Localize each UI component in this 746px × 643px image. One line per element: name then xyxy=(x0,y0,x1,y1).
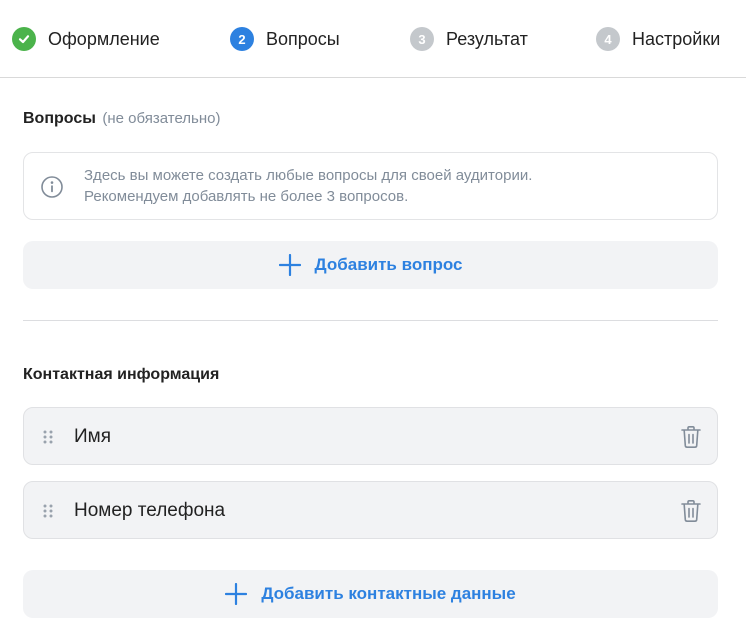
add-question-label: Добавить вопрос xyxy=(314,255,463,274)
stepper: Оформление 2 Вопросы 3 Результат 4 Настр… xyxy=(0,0,746,78)
trash-icon[interactable] xyxy=(680,499,702,523)
plus-icon xyxy=(278,254,301,276)
contact-item-phone[interactable]: Номер телефона xyxy=(23,481,718,539)
contact-item-name[interactable]: Имя xyxy=(23,407,718,465)
step-result[interactable]: 3 Результат xyxy=(410,26,528,52)
step-label: Вопросы xyxy=(266,28,340,49)
step-number-badge: 2 xyxy=(230,27,254,51)
drag-handle-icon[interactable] xyxy=(42,503,54,519)
section-divider xyxy=(23,320,718,321)
drag-handle-icon[interactable] xyxy=(42,429,54,445)
plus-icon xyxy=(225,583,248,605)
add-contact-button[interactable]: Добавить контактные данные xyxy=(23,570,718,618)
trash-icon[interactable] xyxy=(680,425,702,449)
add-question-button[interactable]: Добавить вопрос xyxy=(23,241,718,289)
info-icon xyxy=(41,176,63,198)
info-line: Рекомендуем добавлять не более 3 вопросо… xyxy=(84,188,409,205)
step-label: Оформление xyxy=(48,28,160,49)
questions-section-title: Вопросы (не обязательно) xyxy=(23,110,220,128)
step-questions[interactable]: 2 Вопросы xyxy=(230,26,340,52)
contacts-title: Контактная информация xyxy=(23,366,220,383)
step-done-badge xyxy=(12,27,36,51)
step-settings[interactable]: 4 Настройки xyxy=(596,26,720,52)
step-number-badge: 4 xyxy=(596,27,620,51)
contact-item-label: Номер телефона xyxy=(74,500,226,521)
info-text: Здесь вы можете создать любые вопросы дл… xyxy=(84,165,704,207)
questions-title: Вопросы xyxy=(23,110,96,127)
info-notice: Здесь вы можете создать любые вопросы дл… xyxy=(23,152,718,220)
step-label: Результат xyxy=(446,28,528,49)
info-line: Здесь вы можете создать любые вопросы дл… xyxy=(84,167,533,184)
optional-note: (не обязательно) xyxy=(102,110,221,127)
contact-item-label: Имя xyxy=(74,426,112,447)
step-label: Настройки xyxy=(632,28,721,49)
step-design[interactable]: Оформление xyxy=(12,26,160,52)
step-number-badge: 3 xyxy=(410,27,434,51)
check-icon xyxy=(18,35,30,44)
add-contact-label: Добавить контактные данные xyxy=(261,584,516,603)
